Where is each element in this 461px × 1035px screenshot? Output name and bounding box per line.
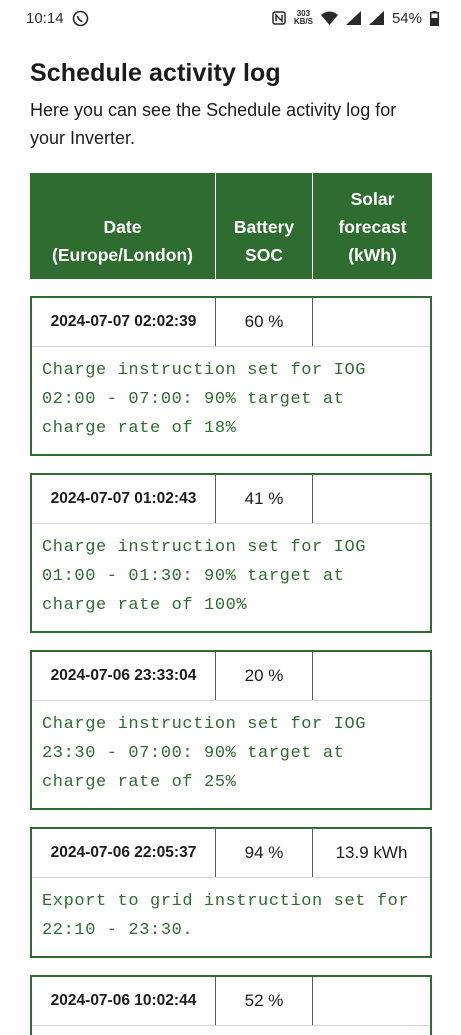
entry-solar bbox=[313, 652, 430, 700]
entry-date: 2024-07-06 23:33:04 bbox=[32, 652, 216, 700]
nfc-icon bbox=[272, 11, 286, 25]
entry-message: Export to grid instruction set for 22:10… bbox=[42, 892, 421, 940]
header-solar-forecast: Solar forecast (kWh) bbox=[338, 189, 407, 265]
entry-solar bbox=[313, 977, 430, 1025]
log-entry: 2024-07-06 23:33:04 20 % Charge instruct… bbox=[30, 650, 432, 810]
viber-icon bbox=[72, 10, 89, 27]
header-battery-soc: Battery SOC bbox=[216, 173, 313, 279]
entry-solar bbox=[313, 475, 430, 523]
entry-solar bbox=[313, 298, 430, 346]
log-entry: 2024-07-06 10:02:44 52 % bbox=[30, 975, 432, 1035]
entry-soc: 60 % bbox=[216, 298, 313, 346]
entry-date: 2024-07-07 02:02:39 bbox=[32, 298, 216, 346]
log-entry: 2024-07-07 02:02:39 60 % Charge instruct… bbox=[30, 296, 432, 456]
entry-soc: 94 % bbox=[216, 829, 313, 877]
entry-soc: 20 % bbox=[216, 652, 313, 700]
battery-icon bbox=[430, 10, 439, 26]
battery-percent: 54% bbox=[391, 9, 422, 27]
entry-date: 2024-07-07 01:02:43 bbox=[32, 475, 216, 523]
log-entry: 2024-07-06 22:05:37 94 % 13.9 kWh Export… bbox=[30, 827, 432, 958]
entry-solar: 13.9 kWh bbox=[335, 843, 408, 862]
signal-icon bbox=[345, 11, 361, 25]
signal-roaming-icon bbox=[368, 11, 384, 25]
entry-message: Charge instruction set for IOG 23:30 - 0… bbox=[42, 715, 377, 792]
clock: 10:14 bbox=[26, 9, 64, 27]
header-date: Date (Europe/London) bbox=[30, 173, 216, 279]
entry-date: 2024-07-06 10:02:44 bbox=[32, 977, 216, 1025]
entry-date: 2024-07-06 22:05:37 bbox=[32, 829, 216, 877]
entry-soc: 41 % bbox=[216, 475, 313, 523]
status-bar: 10:14 303 KB/S 54% bbox=[0, 0, 461, 36]
entry-message: Charge instruction set for IOG 01:00 - 0… bbox=[42, 538, 377, 615]
log-entry: 2024-07-07 01:02:43 41 % Charge instruct… bbox=[30, 473, 432, 633]
page-title: Schedule activity log bbox=[30, 59, 281, 87]
wifi-icon bbox=[320, 11, 338, 25]
entry-soc: 52 % bbox=[216, 977, 313, 1025]
log-table-header: Date (Europe/London) Battery SOC Solar f… bbox=[30, 173, 432, 279]
network-speed: 303 KB/S bbox=[293, 9, 313, 26]
entry-message: Charge instruction set for IOG 02:00 - 0… bbox=[42, 361, 377, 438]
main-content: Schedule activity log Here you can see t… bbox=[30, 56, 432, 1035]
page-description: Here you can see the Schedule activity l… bbox=[30, 100, 397, 148]
